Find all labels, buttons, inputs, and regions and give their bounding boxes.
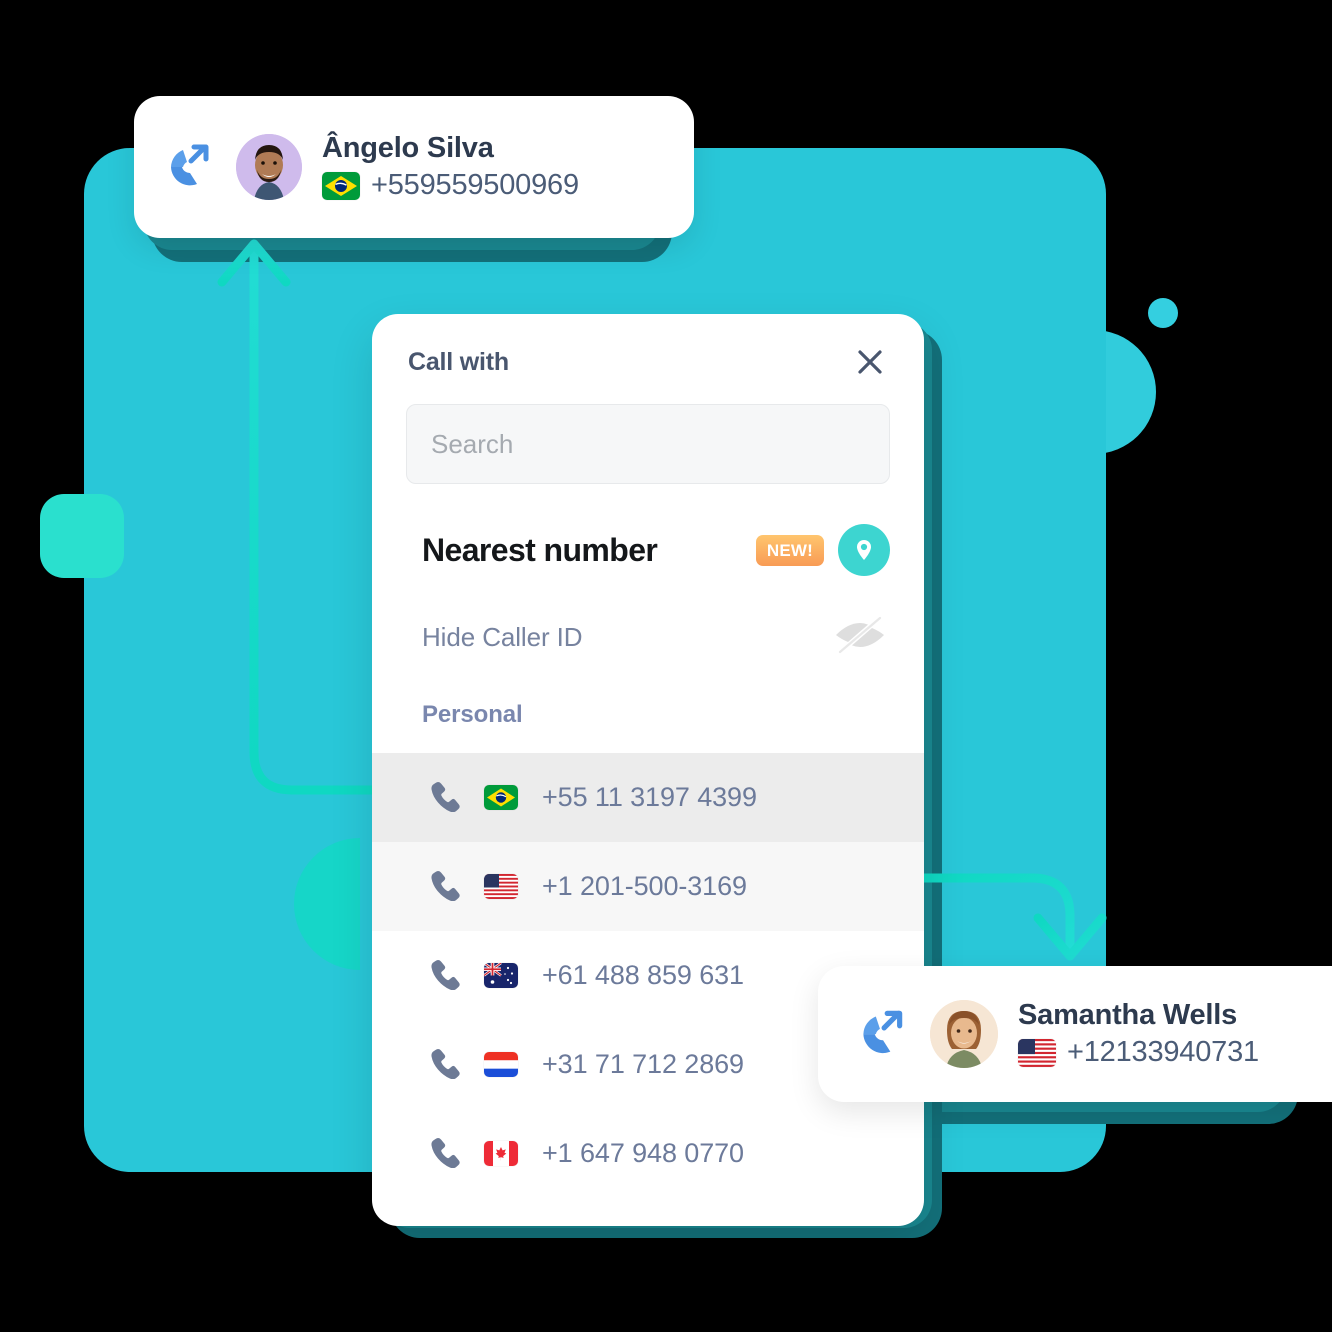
eye-slash-icon[interactable] bbox=[830, 612, 890, 663]
number-row-ca[interactable]: +1 647 948 0770 bbox=[372, 1109, 924, 1198]
flag-br-icon bbox=[322, 171, 360, 200]
outgoing-call-icon bbox=[160, 137, 216, 198]
contact-name: Ângelo Silva bbox=[322, 131, 494, 164]
contact-phone-line: +12133940731 bbox=[1018, 1036, 1259, 1069]
outgoing-call-icon bbox=[852, 1003, 910, 1066]
nearest-number-actions: NEW! bbox=[755, 524, 890, 576]
contact-phone: +12133940731 bbox=[1067, 1036, 1259, 1068]
avatar-samantha bbox=[930, 1000, 998, 1068]
section-label-personal: Personal bbox=[422, 701, 523, 728]
search-wrap bbox=[372, 380, 924, 484]
phone-icon bbox=[426, 1134, 460, 1173]
flag-us-icon bbox=[484, 874, 518, 899]
number-text: +55 11 3197 4399 bbox=[542, 782, 757, 812]
avatar-angelo bbox=[236, 134, 302, 200]
dialog-header: Call with bbox=[372, 314, 924, 380]
number-text: +1 647 948 0770 bbox=[542, 1138, 744, 1168]
number-row-br[interactable]: +55 11 3197 4399 bbox=[372, 753, 924, 842]
number-text: +1 201-500-3169 bbox=[542, 871, 747, 901]
search-input[interactable] bbox=[406, 404, 890, 484]
contact-card-angelo[interactable]: Ângelo Silva +559559500969 bbox=[134, 96, 694, 238]
flag-ca-icon bbox=[484, 1141, 518, 1166]
contact-phone-line: +559559500969 bbox=[322, 169, 579, 202]
location-pin-icon[interactable] bbox=[838, 524, 890, 576]
contact-name: Samantha Wells bbox=[1018, 998, 1238, 1031]
close-icon[interactable] bbox=[852, 344, 888, 380]
number-text: +31 71 712 2869 bbox=[542, 1049, 744, 1079]
contact-phone: +559559500969 bbox=[371, 169, 579, 201]
phone-icon bbox=[426, 1045, 460, 1084]
hide-caller-id-row[interactable]: Hide Caller ID bbox=[372, 576, 924, 663]
hide-caller-id-label: Hide Caller ID bbox=[422, 622, 583, 652]
nearest-number-label: Nearest number bbox=[422, 531, 658, 568]
page-title: Call with bbox=[408, 347, 509, 376]
decorative-mint-square bbox=[40, 494, 124, 578]
illustration-stage: Ângelo Silva +559559500969 Call with Sea… bbox=[0, 0, 1332, 1332]
phone-icon bbox=[426, 778, 460, 817]
flag-au-icon bbox=[484, 963, 518, 988]
contact-card-samantha[interactable]: Samantha Wells +12133940731 bbox=[818, 966, 1332, 1102]
phone-icon bbox=[426, 867, 460, 906]
flag-us-icon bbox=[1018, 1038, 1056, 1067]
number-row-us[interactable]: +1 201-500-3169 bbox=[372, 842, 924, 931]
new-badge: NEW! bbox=[755, 534, 824, 566]
flag-br-icon bbox=[484, 785, 518, 810]
nearest-number-row[interactable]: Nearest number NEW! bbox=[372, 484, 924, 576]
phone-icon bbox=[426, 956, 460, 995]
flag-nl-icon bbox=[484, 1052, 518, 1077]
decorative-circle-small bbox=[1148, 298, 1178, 328]
number-text: +61 488 859 631 bbox=[542, 960, 744, 990]
